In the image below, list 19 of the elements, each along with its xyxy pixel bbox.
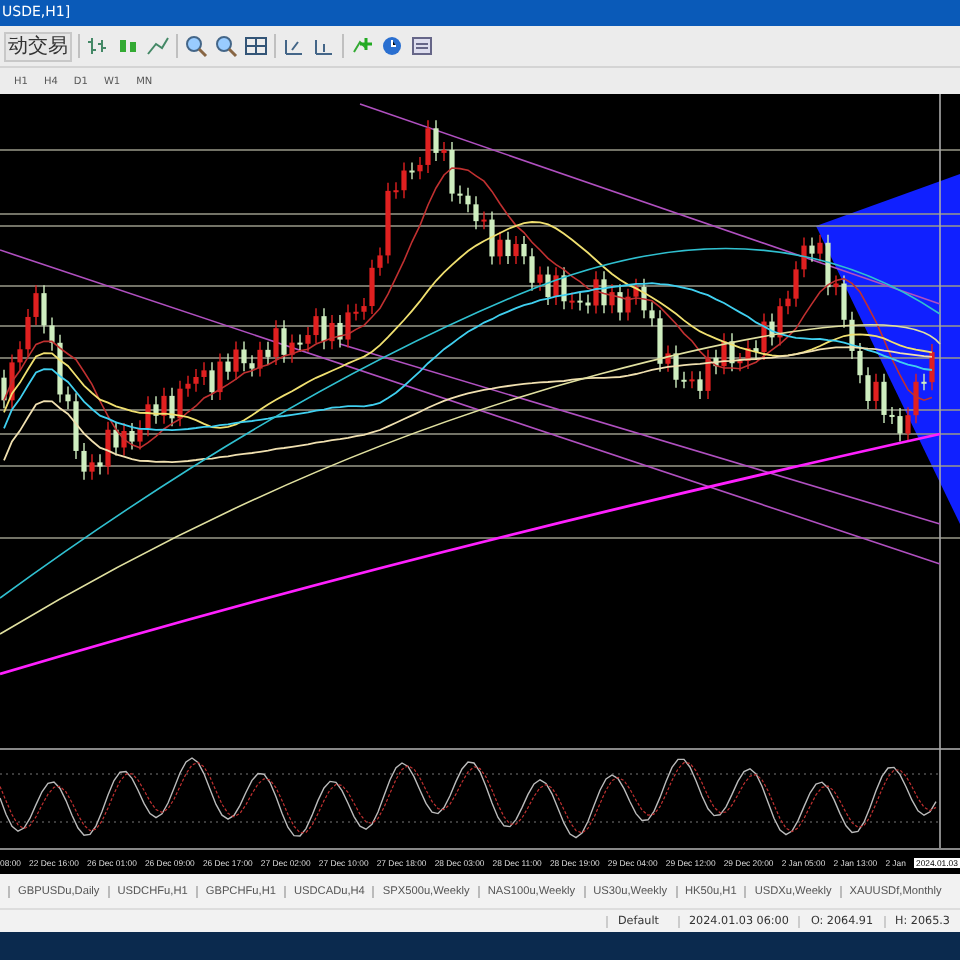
trend-line[interactable] [359,103,941,305]
level-line[interactable] [0,409,960,411]
grid-icon[interactable] [244,34,268,58]
trend-line[interactable] [339,343,941,525]
zoom-in-icon[interactable] [184,34,208,58]
triangle-shape[interactable] [816,174,960,524]
autotrading-button[interactable]: 动交易 [4,31,72,61]
level-line[interactable] [0,357,960,359]
candles-icon[interactable] [116,34,140,58]
level-line[interactable] [0,285,960,287]
chart-shift-icon[interactable] [312,34,336,58]
add-indicator-icon[interactable] [350,34,374,58]
level-line[interactable] [0,325,960,327]
autoscroll-icon[interactable] [282,34,306,58]
line-chart-icon[interactable] [146,34,170,58]
template-icon[interactable] [410,34,434,58]
clock-icon[interactable] [380,34,404,58]
zoom-out-icon[interactable] [214,34,238,58]
bar-chart-icon[interactable] [86,34,110,58]
